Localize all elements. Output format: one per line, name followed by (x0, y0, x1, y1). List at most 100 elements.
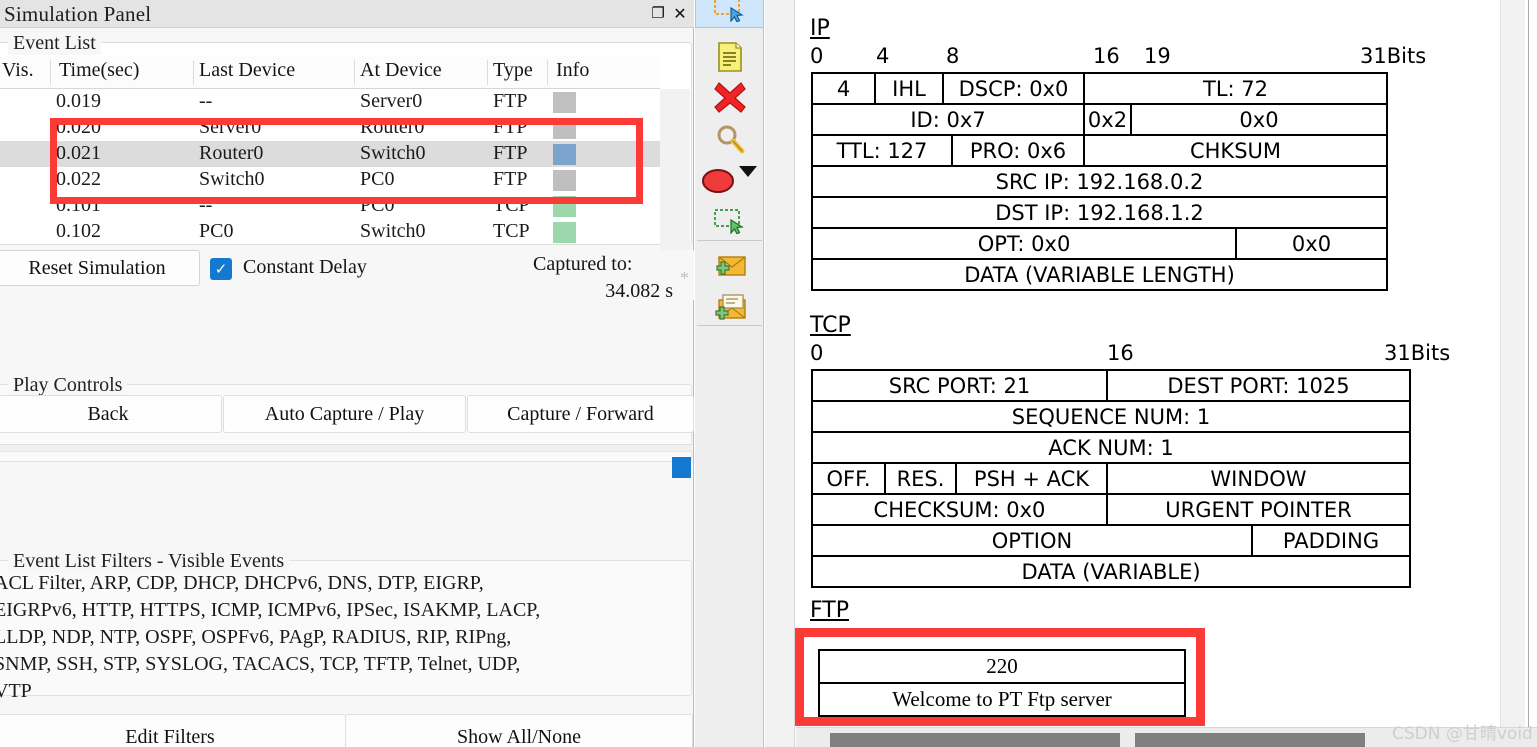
table-row[interactable]: 0.022 Switch0 PC0 FTP (0, 167, 660, 193)
header-field-cell: OPT: 0x0 (813, 229, 1237, 258)
tcp-bit-tick: 0 (810, 341, 824, 365)
add-simple-pdu-icon[interactable] (695, 245, 764, 287)
info-color-swatch[interactable] (553, 144, 576, 165)
header-field-row: OPT: 0x0 0x0 (813, 229, 1388, 260)
cell-at-device: PC0 (360, 168, 395, 190)
ip-bit-tick: 8 (946, 44, 960, 68)
header-field-cell: 4 (813, 74, 876, 103)
info-color-swatch[interactable] (553, 170, 576, 191)
toolbar-divider (697, 325, 762, 326)
header-field-cell: OPTION (813, 526, 1253, 555)
panel-edge (1528, 0, 1529, 747)
event-list-filters-group-label: Event List Filters - Visible Events (8, 550, 290, 573)
table-row[interactable]: 0.102 PC0 Switch0 TCP (0, 219, 660, 243)
column-divider (547, 60, 548, 85)
header-field-cell: OFF. (813, 464, 886, 493)
table-row[interactable]: 0.021 Router0 Switch0 FTP (0, 141, 660, 167)
info-color-swatch[interactable] (553, 196, 576, 217)
play-controls-group-label: Play Controls (8, 374, 128, 397)
filter-protocol-line: LLDP, NDP, NTP, OSPF, OSPFv6, PAgP, RADI… (0, 626, 512, 648)
header-field-row: SRC IP: 192.168.0.2 (813, 167, 1388, 198)
column-header-last-device[interactable]: Last Device (199, 59, 295, 82)
cell-type: FTP (493, 168, 528, 190)
cell-time: 0.021 (56, 142, 101, 164)
cell-time: 0.019 (56, 90, 101, 112)
close-icon[interactable]: ✕ (670, 3, 690, 23)
header-field-cell: DATA (VARIABLE LENGTH) (813, 260, 1388, 289)
filter-protocol-line: ACL Filter, ARP, CDP, DHCP, DHCPv6, DNS,… (0, 572, 484, 594)
show-all-none-button[interactable]: Show All/None (345, 714, 693, 747)
delete-x-icon[interactable] (695, 76, 764, 118)
cell-last-device: -- (199, 194, 213, 216)
info-color-swatch[interactable] (553, 118, 576, 139)
pdu-scrollbar-track[interactable] (1500, 0, 1525, 727)
constant-delay-checkbox[interactable]: ✓ (210, 258, 232, 280)
cell-time: 0.102 (56, 220, 101, 242)
cell-last-device: Server0 (199, 116, 262, 138)
panel-divider (765, 0, 795, 747)
app-root: Simulation Panel ❐ ✕ Event List Vis. Tim… (0, 0, 1537, 747)
capture-forward-button[interactable]: Capture / Forward (467, 395, 694, 433)
ip-bit-tick: 16 (1093, 44, 1120, 68)
header-field-row: CHECKSUM: 0x0 URGENT POINTER (813, 495, 1411, 526)
constant-delay-label: Constant Delay (243, 256, 367, 278)
column-header-time[interactable]: Time(sec) (59, 59, 139, 82)
header-field-cell: SEQUENCE NUM: 1 (813, 402, 1411, 431)
reset-simulation-button[interactable]: Reset Simulation (0, 250, 200, 286)
filter-protocol-line: EIGRPv6, HTTP, HTTPS, ICMP, ICMPv6, IPSe… (0, 599, 541, 621)
play-speed-slider-thumb[interactable] (672, 457, 691, 478)
cell-type: FTP (493, 116, 528, 138)
edit-filters-button[interactable]: Edit Filters (0, 714, 346, 747)
cell-type: TCP (493, 220, 530, 242)
bottom-block (1135, 733, 1365, 747)
cell-at-device: PC0 (360, 194, 395, 216)
event-list-table: Vis. Time(sec) Last Device At Device Typ… (0, 56, 660, 243)
cell-last-device: Switch0 (199, 168, 265, 190)
tcp-header-table: SRC PORT: 21 DEST PORT: 1025 SEQUENCE NUM:… (811, 369, 1411, 588)
chevron-down-icon[interactable] (739, 166, 757, 177)
header-field-cell: CHECKSUM: 0x0 (813, 495, 1108, 524)
bottom-block (830, 733, 1120, 747)
column-header-vis[interactable]: Vis. (2, 59, 34, 82)
ip-bit-tick: 4 (876, 44, 890, 68)
magnifier-icon[interactable] (695, 118, 764, 160)
table-row[interactable]: 0.101 -- PC0 TCP (0, 193, 660, 219)
header-field-cell: 0x0 (1237, 229, 1388, 258)
restore-icon[interactable]: ❐ (648, 3, 668, 23)
select-tool-icon[interactable] (695, 0, 764, 28)
header-field-cell: PRO: 0x6 (953, 136, 1085, 165)
header-field-row: DST IP: 192.168.1.2 (813, 198, 1388, 229)
back-button[interactable]: Back (0, 395, 222, 433)
column-header-info[interactable]: Info (556, 59, 589, 82)
table-row[interactable]: 0.019 -- Server0 FTP (0, 89, 660, 115)
cell-at-device: Switch0 (360, 220, 426, 242)
event-list-scrollbar-track[interactable] (660, 89, 1345, 274)
filter-protocol-line: SNMP, SSH, STP, SYSLOG, TACACS, TCP, TFT… (0, 653, 521, 675)
column-header-at-device[interactable]: At Device (360, 59, 442, 82)
header-field-row: OFF. RES. PSH + ACK WINDOW (813, 464, 1411, 495)
header-field-row: SRC PORT: 21 DEST PORT: 1025 (813, 371, 1411, 402)
event-list-group: Event List Vis. Time(sec) Last Device At… (0, 30, 1345, 274)
ftp-payload-row: 220 (820, 651, 1184, 684)
ftp-section-title: FTP (810, 598, 849, 623)
table-row[interactable]: 0.020 Server0 Router0 FTP (0, 115, 660, 141)
column-header-type[interactable]: Type (493, 59, 533, 82)
cell-time: 0.101 (56, 194, 101, 216)
place-note-icon[interactable] (695, 200, 764, 242)
inspect-note-icon[interactable] (695, 36, 764, 78)
header-field-cell: PSH + ACK (957, 464, 1108, 493)
info-color-swatch[interactable] (553, 222, 576, 243)
header-field-cell: SRC PORT: 21 (813, 371, 1108, 400)
header-field-row: SEQUENCE NUM: 1 (813, 402, 1411, 433)
cell-at-device: Switch0 (360, 142, 426, 164)
header-field-cell: ACK NUM: 1 (813, 433, 1411, 462)
header-field-cell: RES. (886, 464, 957, 493)
info-color-swatch[interactable] (553, 92, 576, 113)
add-complex-pdu-icon[interactable] (695, 287, 764, 329)
auto-capture-play-button[interactable]: Auto Capture / Play (223, 395, 466, 433)
ftp-payload-row: Welcome to PT Ftp server (820, 684, 1184, 717)
column-divider (50, 60, 51, 85)
ip-bit-tick: 0 (810, 44, 824, 68)
right-vertical-toolbar (695, 0, 764, 747)
play-speed-slider-track[interactable] (0, 444, 692, 452)
